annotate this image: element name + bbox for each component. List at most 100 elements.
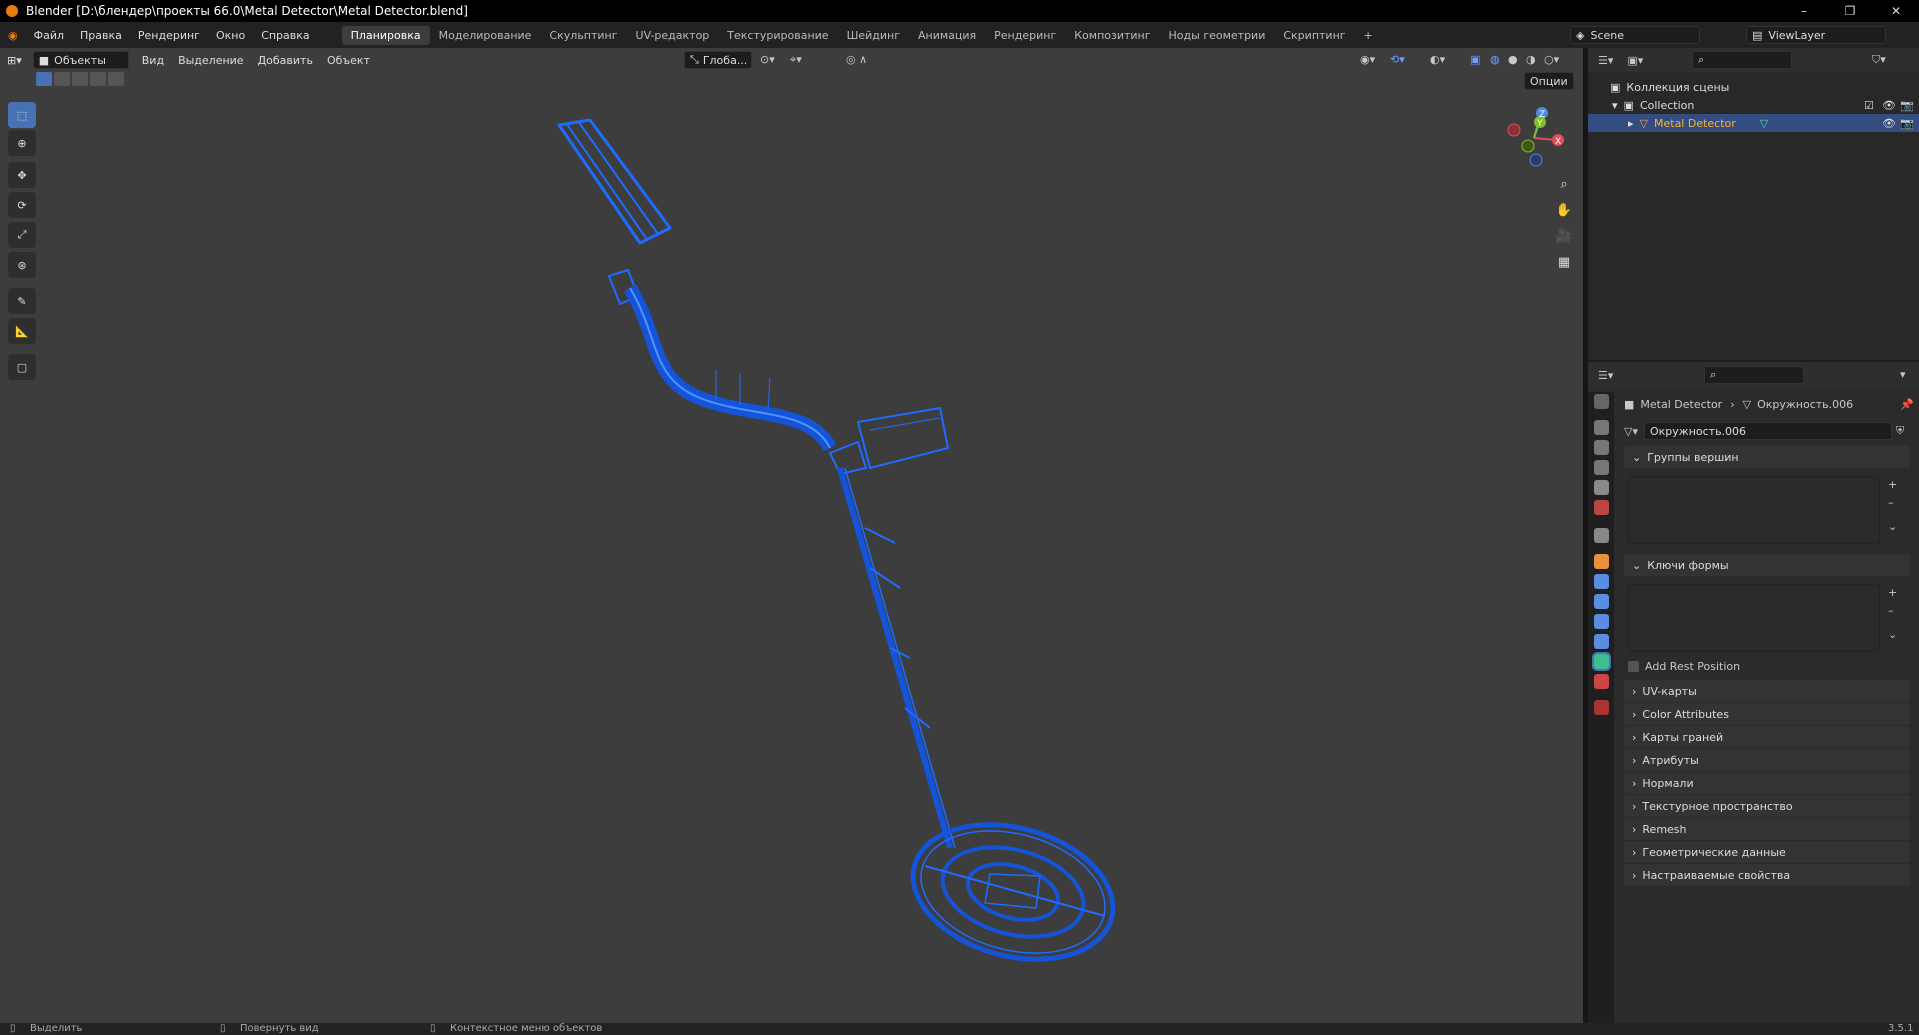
- panel-collapsed[interactable]: › Color Attributes: [1624, 703, 1910, 725]
- menu-help[interactable]: Справка: [253, 29, 317, 42]
- viewlayer-selector[interactable]: ▤ ViewLayer: [1746, 26, 1886, 44]
- scene-tab-icon[interactable]: [1594, 480, 1609, 495]
- scene-selector[interactable]: ◈ Scene: [1570, 26, 1700, 44]
- visibility-eye-icon[interactable]: 👁: [1882, 117, 1896, 130]
- panel-label: Геометрические данные: [1642, 845, 1786, 859]
- tab-geometry-nodes[interactable]: Ноды геометрии: [1160, 26, 1275, 45]
- view-layer-tab-icon[interactable]: [1594, 460, 1609, 475]
- texture-tab-icon[interactable]: [1594, 700, 1609, 715]
- tab-compositing[interactable]: Композитинг: [1065, 26, 1159, 45]
- tool-tab-icon[interactable]: [1594, 394, 1609, 409]
- chevron-right-icon: ›: [1632, 822, 1637, 836]
- mesh-icon: ▽: [1742, 397, 1752, 411]
- blender-menu-icon[interactable]: ◉: [0, 29, 26, 42]
- material-tab-icon[interactable]: [1594, 674, 1609, 689]
- mesh-browse-icon[interactable]: ▽▾: [1624, 425, 1638, 438]
- object-label: Metal Detector: [1654, 116, 1736, 130]
- mouse-right-icon: ▯: [430, 1023, 436, 1034]
- pin-icon[interactable]: 📌: [1900, 398, 1914, 411]
- add-shape-key-icon[interactable]: +: [1888, 586, 1897, 599]
- shape-keys-list[interactable]: [1628, 584, 1880, 652]
- panel-collapsed[interactable]: › Текстурное пространство: [1624, 795, 1910, 817]
- modifier-tab-icon[interactable]: [1594, 574, 1609, 589]
- chevron-right-icon: ›: [1632, 845, 1637, 859]
- expand-arrow-icon[interactable]: ▾: [1612, 99, 1618, 112]
- exclude-checkbox[interactable]: ☑: [1864, 99, 1874, 112]
- close-button[interactable]: ✕: [1873, 0, 1919, 22]
- mesh-data-icon[interactable]: ▽: [1760, 117, 1768, 130]
- panel-label: Текстурное пространство: [1642, 799, 1793, 813]
- visibility-eye-icon[interactable]: 👁: [1882, 99, 1896, 112]
- menu-window[interactable]: Окно: [208, 29, 253, 42]
- outliner-search-input[interactable]: ⌕: [1692, 51, 1792, 69]
- constraints-tab-icon[interactable]: [1594, 634, 1609, 649]
- scene-name: Scene: [1590, 28, 1625, 42]
- properties-editor-icon[interactable]: ☰▾: [1598, 369, 1613, 382]
- outliner-row-scene-collection[interactable]: ▣ Коллекция сцены: [1588, 78, 1919, 96]
- render-tab-icon[interactable]: [1594, 420, 1609, 435]
- remove-shape-key-icon[interactable]: –: [1888, 604, 1894, 617]
- panel-collapsed[interactable]: › Атрибуты: [1624, 749, 1910, 771]
- tab-scripting[interactable]: Скриптинг: [1274, 26, 1354, 45]
- chevron-right-icon: ›: [1632, 868, 1637, 882]
- vertex-groups-list[interactable]: [1628, 476, 1880, 544]
- chevron-down-icon: ⌄: [1632, 558, 1642, 572]
- status-context: Контекстное меню объектов: [450, 1023, 603, 1034]
- chevron-right-icon: ›: [1632, 799, 1637, 813]
- add-workspace-button[interactable]: +: [1355, 26, 1382, 45]
- search-icon: ⌕: [1710, 368, 1717, 381]
- panel-collapsed[interactable]: › UV-карты: [1624, 680, 1910, 702]
- tab-sculpting[interactable]: Скульптинг: [540, 26, 626, 45]
- shape-key-menu-icon[interactable]: ⌄: [1888, 628, 1897, 641]
- expand-arrow-icon[interactable]: ▸: [1628, 117, 1634, 130]
- maximize-button[interactable]: ❐: [1827, 0, 1873, 22]
- display-mode-icon[interactable]: ▣▾: [1627, 54, 1643, 67]
- add-vertex-group-icon[interactable]: +: [1888, 478, 1897, 491]
- panel-vertex-groups[interactable]: ⌄ Группы вершин: [1624, 446, 1910, 468]
- vertex-group-menu-icon[interactable]: ⌄: [1888, 520, 1897, 533]
- panel-collapsed[interactable]: › Нормали: [1624, 772, 1910, 794]
- outliner-row-collection[interactable]: ▾ ▣ Collection ☑ 👁 📷: [1588, 96, 1919, 114]
- collection-tab-icon[interactable]: [1594, 528, 1609, 543]
- render-camera-icon[interactable]: 📷: [1900, 99, 1914, 112]
- panel-collapsed[interactable]: › Настраиваемые свойства: [1624, 864, 1910, 886]
- tab-modeling[interactable]: Моделирование: [430, 26, 541, 45]
- tab-rendering[interactable]: Рендеринг: [985, 26, 1065, 45]
- outliner-row-metal-detector[interactable]: ▸ ▽ Metal Detector ▽ 👁 📷: [1588, 114, 1919, 132]
- outliner-editor-icon[interactable]: ☰▾: [1598, 54, 1613, 67]
- physics-tab-icon[interactable]: [1594, 614, 1609, 629]
- mesh-data-tab-icon[interactable]: [1592, 652, 1611, 671]
- menu-edit[interactable]: Правка: [72, 29, 130, 42]
- add-rest-position-checkbox[interactable]: [1628, 660, 1639, 672]
- panel-shape-keys[interactable]: ⌄ Ключи формы: [1624, 554, 1910, 576]
- chevron-right-icon: ›: [1632, 730, 1637, 744]
- tab-uv-editing[interactable]: UV-редактор: [627, 26, 719, 45]
- remove-vertex-group-icon[interactable]: –: [1888, 496, 1894, 509]
- render-camera-icon[interactable]: 📷: [1900, 117, 1914, 130]
- tab-shading[interactable]: Шейдинг: [838, 26, 909, 45]
- tab-layout[interactable]: Планировка: [341, 25, 430, 45]
- tab-animation[interactable]: Анимация: [909, 26, 985, 45]
- world-tab-icon[interactable]: [1594, 500, 1609, 515]
- window-title: Blender [D:\блендер\проекты 66.0\Metal D…: [26, 4, 468, 18]
- object-tab-icon[interactable]: [1594, 554, 1609, 569]
- title-bar: Blender [D:\блендер\проекты 66.0\Metal D…: [0, 0, 1919, 22]
- menu-render[interactable]: Рендеринг: [130, 29, 208, 42]
- chevron-right-icon: ›: [1632, 776, 1637, 790]
- panel-collapsed[interactable]: › Геометрические данные: [1624, 841, 1910, 863]
- tab-texture-paint[interactable]: Текстурирование: [718, 26, 837, 45]
- menu-file[interactable]: Файл: [26, 29, 72, 42]
- mesh-name-field[interactable]: Окружность.006: [1643, 422, 1892, 440]
- 3d-viewport[interactable]: ⊞▾ ■ Объекты Вид Выделение Добавить Объе…: [0, 48, 1583, 1023]
- minimize-button[interactable]: –: [1781, 0, 1827, 22]
- filter-icon[interactable]: ⛉▾: [1872, 53, 1886, 67]
- mesh-name: Окружность.006: [1649, 424, 1747, 438]
- panel-collapsed[interactable]: › Remesh: [1624, 818, 1910, 840]
- particles-tab-icon[interactable]: [1594, 594, 1609, 609]
- metal-detector-wireframe[interactable]: [0, 48, 1583, 1023]
- properties-search-input[interactable]: ⌕: [1704, 366, 1804, 384]
- output-tab-icon[interactable]: [1594, 440, 1609, 455]
- panel-collapsed[interactable]: › Карты граней: [1624, 726, 1910, 748]
- fake-user-icon[interactable]: ⛨: [1896, 424, 1904, 438]
- collapse-icon[interactable]: ▾: [1900, 368, 1906, 381]
